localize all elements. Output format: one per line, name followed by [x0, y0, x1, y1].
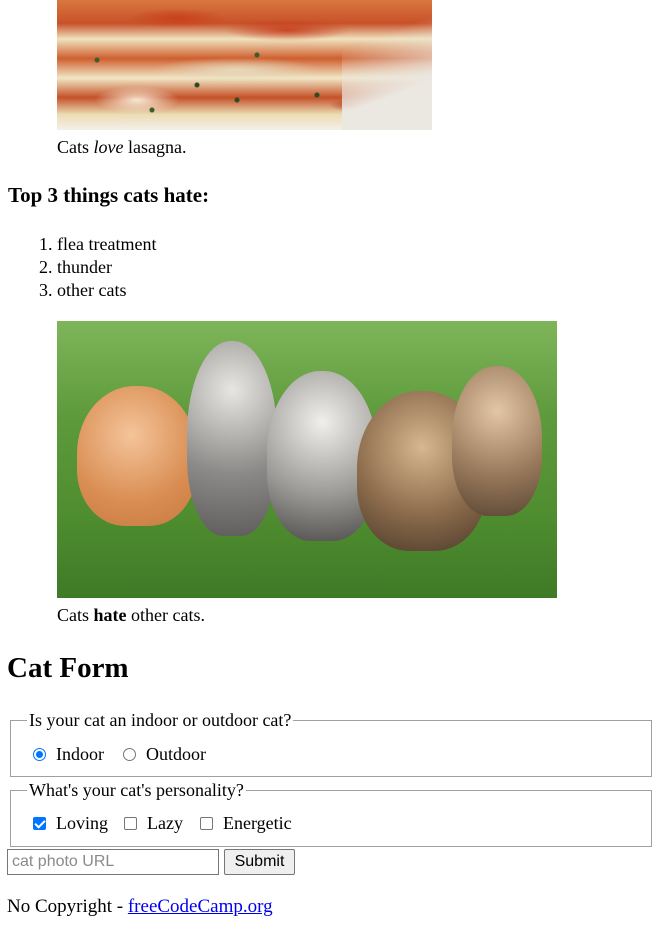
kittens-caption: Cats hate other cats.: [57, 605, 205, 625]
list-item: flea treatment: [57, 233, 156, 256]
list-item: thunder: [57, 256, 156, 279]
loving-option[interactable]: Loving: [33, 812, 108, 834]
cat-photo-url-input[interactable]: [7, 849, 219, 875]
personality-legend: What's your cat's personality?: [27, 780, 246, 800]
list-item: other cats: [57, 279, 156, 302]
lasagna-image: [57, 0, 432, 130]
outdoor-radio[interactable]: [123, 747, 136, 761]
indoor-outdoor-legend: Is your cat an indoor or outdoor cat?: [27, 710, 294, 730]
indoor-outdoor-fieldset: Is your cat an indoor or outdoor cat? In…: [10, 710, 652, 777]
footer: No Copyright - freeCodeCamp.org: [7, 896, 273, 917]
hate-list: flea treatment thunder other cats: [7, 233, 156, 302]
form-title: Cat Form: [7, 652, 129, 684]
lasagna-caption: Cats love lasagna.: [57, 137, 187, 157]
indoor-radio[interactable]: [33, 747, 46, 761]
lazy-checkbox[interactable]: [124, 816, 137, 830]
submit-button[interactable]: Submit: [224, 849, 295, 875]
kittens-image: [57, 321, 557, 598]
outdoor-option[interactable]: Outdoor: [123, 743, 206, 765]
freecodecamp-link[interactable]: freeCodeCamp.org: [128, 896, 273, 917]
indoor-option[interactable]: Indoor: [33, 743, 104, 765]
energetic-checkbox[interactable]: [200, 816, 213, 830]
hate-heading: Top 3 things cats hate:: [8, 183, 210, 207]
loving-checkbox[interactable]: [33, 816, 46, 830]
personality-fieldset: What's your cat's personality? Loving La…: [10, 780, 652, 847]
lazy-option[interactable]: Lazy: [124, 812, 183, 834]
energetic-option[interactable]: Energetic: [200, 812, 292, 834]
